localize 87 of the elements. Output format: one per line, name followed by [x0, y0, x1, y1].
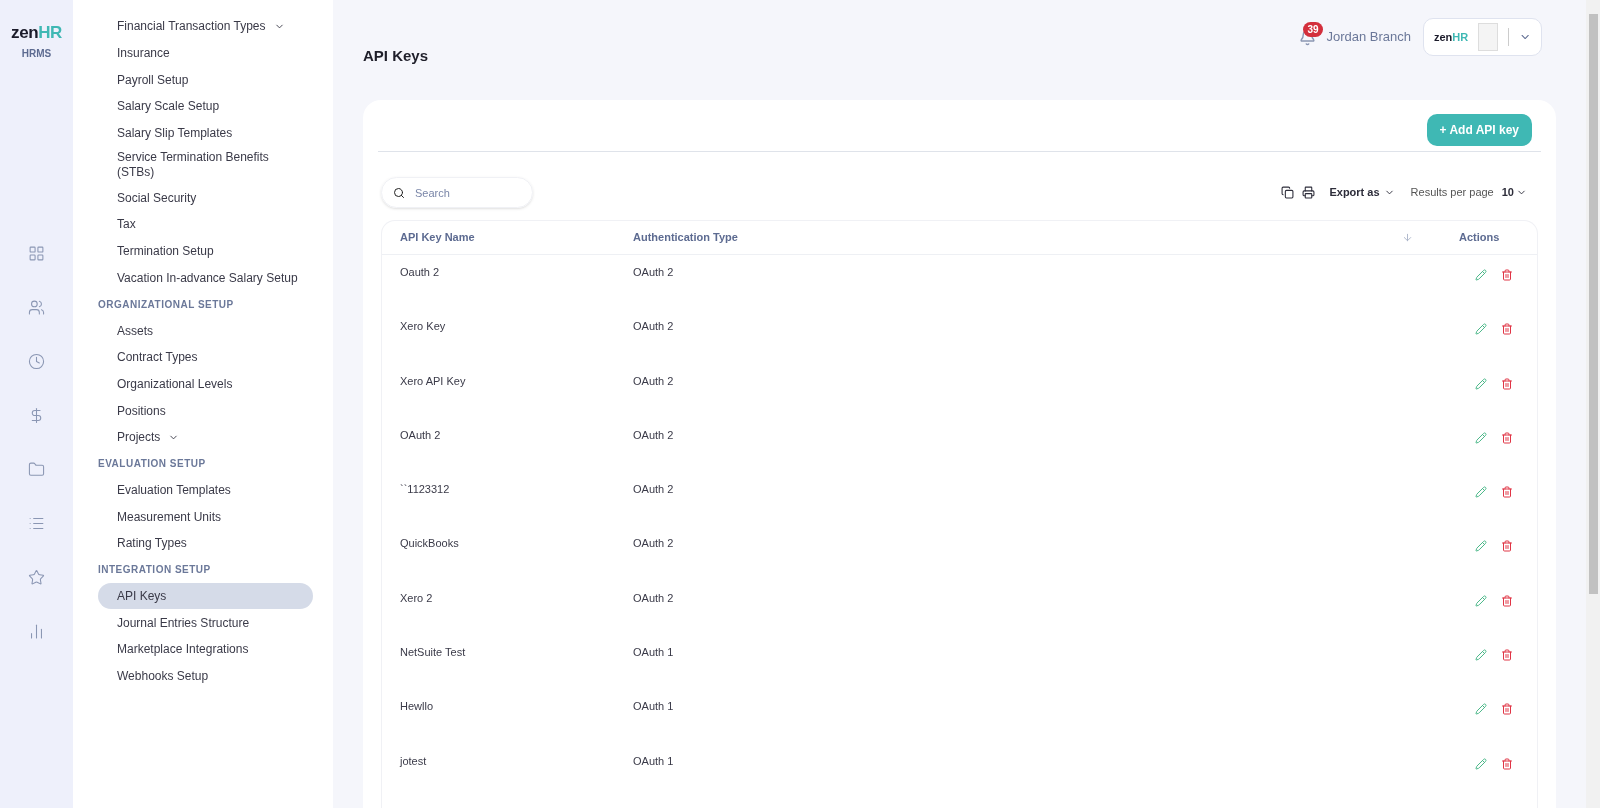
product-label: HRMS: [21, 46, 52, 61]
table-cell-text: Oauth 2: [399, 265, 441, 280]
print-icon[interactable]: [1302, 186, 1316, 199]
delete-icon[interactable]: [1501, 757, 1513, 770]
search-icon: [393, 187, 405, 199]
section-heading: EVALUATION SETUP: [98, 457, 207, 472]
sort-icon[interactable]: [1402, 232, 1413, 243]
notification-count: 39: [1303, 21, 1323, 37]
sidebar-item[interactable]: Projects: [98, 423, 313, 451]
search-field[interactable]: Search: [381, 177, 533, 208]
sidebar-item[interactable]: Vacation In-advance Salary Setup: [98, 264, 313, 292]
table-cell-text: OAuth 2: [633, 590, 675, 606]
sidebar-item[interactable]: Webhooks Setup: [98, 662, 313, 690]
delete-icon[interactable]: [1501, 431, 1513, 444]
export-dropdown[interactable]: Export as: [1329, 184, 1395, 201]
results-label: Results per page: [1410, 185, 1494, 201]
sidebar-item[interactable]: Rating Types: [98, 530, 313, 557]
edit-icon[interactable]: [1475, 703, 1487, 716]
sidebar-item[interactable]: Salary Slip Templates: [98, 119, 313, 147]
table-cell-text: OAuth 2: [633, 482, 675, 498]
sidebar-item[interactable]: Assets: [98, 317, 313, 344]
sidebar-item[interactable]: Termination Setup: [98, 237, 313, 265]
table-cell-text: ``1123312: [399, 482, 451, 498]
delete-icon[interactable]: [1501, 649, 1513, 662]
edit-icon[interactable]: [1475, 757, 1487, 770]
table-cell-text: Xero API Key: [399, 373, 467, 389]
user-name: Jordan Branch: [1326, 28, 1411, 47]
table-cell-text: OAuth 1: [633, 699, 675, 715]
sidebar-item[interactable]: Service Termination Benefits (STBs): [98, 146, 293, 185]
delete-icon[interactable]: [1501, 594, 1513, 607]
delete-icon[interactable]: [1501, 540, 1513, 553]
company-switcher[interactable]: zenHR: [1423, 18, 1542, 56]
edit-icon[interactable]: [1475, 594, 1487, 607]
table-cell-text: QuickBooks: [399, 536, 460, 552]
table-cell-text: OAuth 2: [399, 427, 442, 443]
table-cell-text: Hewllo: [399, 699, 434, 715]
edit-icon[interactable]: [1475, 323, 1487, 336]
copy-icon[interactable]: [1281, 186, 1295, 199]
column-header: Actions: [1458, 230, 1501, 246]
sidebar-item[interactable]: Positions: [98, 397, 313, 424]
sidebar-item[interactable]: Insurance: [98, 39, 313, 67]
edit-icon[interactable]: [1475, 269, 1487, 281]
sidebar-item[interactable]: Payroll Setup: [98, 66, 313, 94]
sidebar-item[interactable]: Journal Entries Structure: [98, 609, 313, 637]
logo-text: zen: [11, 22, 39, 44]
table-cell-text: NetSuite Test: [399, 645, 467, 661]
sidebar-item[interactable]: Contract Types: [98, 343, 313, 371]
sidebar-item[interactable]: Financial Transaction Types: [98, 13, 313, 40]
results-dropdown[interactable]: 10: [1501, 184, 1527, 201]
section-heading: INTEGRATION SETUP: [98, 563, 212, 578]
sidebar-item[interactable]: Evaluation Templates: [98, 476, 313, 504]
sidebar-item[interactable]: Social Security: [98, 184, 313, 212]
edit-icon[interactable]: [1475, 431, 1487, 444]
table-cell-text: OAuth 1: [633, 645, 675, 661]
table-cell-text: OAuth 1: [633, 753, 675, 769]
sidebar-item[interactable]: Tax: [98, 211, 313, 238]
sidebar-item[interactable]: Salary Scale Setup: [98, 93, 313, 120]
sidebar-item[interactable]: Marketplace Integrations: [98, 636, 313, 663]
section-heading: ORGANIZATIONAL SETUP: [98, 297, 235, 312]
delete-icon[interactable]: [1501, 703, 1513, 716]
edit-icon[interactable]: [1475, 486, 1487, 499]
sidebar-item[interactable]: API Keys: [98, 582, 313, 610]
table-cell-text: OAuth 2: [633, 265, 675, 280]
column-header: API Key Name: [399, 230, 476, 246]
company-logo-text: zen: [1434, 29, 1453, 45]
edit-icon[interactable]: [1475, 377, 1487, 390]
delete-icon[interactable]: [1501, 486, 1513, 499]
sidebar-item[interactable]: Measurement Units: [98, 503, 313, 530]
page-title: API Keys: [363, 46, 429, 66]
table-cell-text: OAuth 2: [633, 536, 675, 552]
delete-icon[interactable]: [1501, 323, 1513, 336]
company-logo-accent: HR: [1452, 29, 1469, 45]
logo-text-accent: HR: [38, 22, 62, 44]
table-cell-text: OAuth 2: [633, 319, 675, 335]
edit-icon[interactable]: [1475, 649, 1487, 662]
broken-image-icon: [1478, 23, 1498, 51]
delete-icon[interactable]: [1501, 377, 1513, 390]
scrollbar[interactable]: [1586, 0, 1600, 808]
table-cell-text: OAuth 2: [633, 427, 675, 443]
table-cell-text: Xero 2: [399, 590, 434, 606]
edit-icon[interactable]: [1475, 540, 1487, 553]
column-header: Authentication Type: [633, 230, 739, 246]
table-cell-text: OAuth 2: [633, 373, 675, 389]
sidebar-item[interactable]: Organizational Levels: [98, 370, 313, 398]
table-cell-text: Xero Key: [399, 319, 447, 335]
delete-icon[interactable]: [1501, 269, 1513, 281]
table-cell-text: jotest: [398, 753, 428, 769]
